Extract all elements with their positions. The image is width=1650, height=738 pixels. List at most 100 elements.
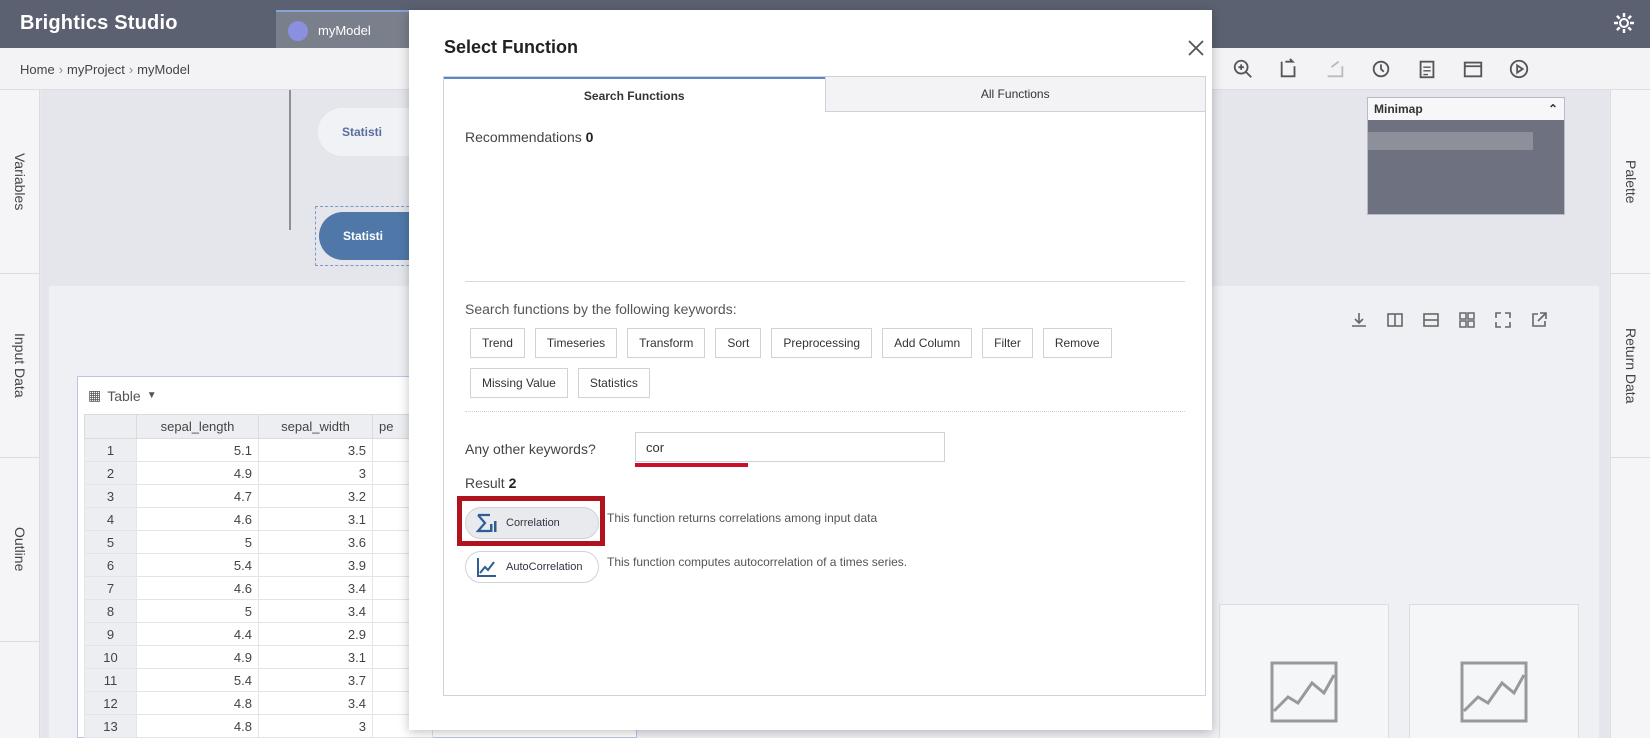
collapse-icon[interactable]: ⌃ bbox=[1548, 102, 1558, 116]
breadcrumb-model[interactable]: myModel bbox=[137, 62, 190, 77]
rail-return-data[interactable]: Return Data bbox=[1611, 274, 1650, 458]
keyword-chip[interactable]: Transform bbox=[627, 328, 706, 358]
column-header[interactable]: sepal_length bbox=[136, 414, 259, 439]
panel-toolbar bbox=[1349, 310, 1549, 330]
expand-icon[interactable] bbox=[1493, 310, 1513, 330]
close-icon[interactable] bbox=[1186, 38, 1206, 58]
keyword-chip[interactable]: Trend bbox=[470, 328, 525, 358]
clipboard-icon[interactable] bbox=[1414, 56, 1440, 82]
keyword-chip[interactable]: Preprocessing bbox=[771, 328, 873, 358]
chart-card[interactable] bbox=[1409, 604, 1579, 738]
table-cell: 3 bbox=[258, 714, 373, 738]
table-row[interactable]: 11 5.4 3.7 bbox=[84, 668, 433, 692]
row-index: 7 bbox=[84, 576, 137, 600]
column-header[interactable]: sepal_width bbox=[258, 414, 373, 439]
dialog-title: Select Function bbox=[444, 37, 579, 57]
rail-outline[interactable]: Outline bbox=[0, 458, 40, 642]
result-count: Result 2 bbox=[465, 475, 516, 491]
select-function-dialog: Select Function Search Functions All Fun… bbox=[409, 10, 1212, 730]
highlight-annotation bbox=[457, 496, 605, 546]
rail-variables[interactable]: Variables bbox=[0, 90, 40, 274]
split-horizontal-icon[interactable] bbox=[1421, 310, 1441, 330]
table-row[interactable]: 8 5 3.4 bbox=[84, 599, 433, 623]
undo-icon[interactable] bbox=[1276, 56, 1302, 82]
keyword-chips-row: Trend Timeseries Transform Sort Preproce… bbox=[470, 328, 1170, 358]
breadcrumb-home[interactable]: Home bbox=[20, 62, 55, 77]
keyword-chip[interactable]: Filter bbox=[982, 328, 1033, 358]
table-cell: 4.9 bbox=[136, 461, 259, 485]
rail-palette[interactable]: Palette bbox=[1611, 90, 1650, 274]
tab-search-functions[interactable]: Search Functions bbox=[444, 77, 825, 112]
table-cell: 5 bbox=[136, 599, 259, 623]
table-cell: 2.9 bbox=[258, 622, 373, 646]
table-cell: 3.6 bbox=[258, 530, 373, 554]
table-cell: 3.1 bbox=[258, 507, 373, 531]
keyword-chips-row: Missing Value Statistics bbox=[470, 368, 1170, 398]
gear-icon[interactable] bbox=[1612, 11, 1636, 35]
table-row[interactable]: 5 5 3.6 bbox=[84, 530, 433, 554]
keywords-title: Search functions by the following keywor… bbox=[465, 301, 737, 317]
keyword-chip[interactable]: Sort bbox=[715, 328, 762, 358]
divider bbox=[465, 411, 1185, 412]
other-keywords-label: Any other keywords? bbox=[465, 441, 596, 457]
table-row[interactable]: 7 4.6 3.4 bbox=[84, 576, 433, 600]
row-index: 4 bbox=[84, 507, 137, 531]
rail-input-data[interactable]: Input Data bbox=[0, 274, 40, 458]
data-table: sepal_length sepal_width pe 1 5.1 3.5 2 4.9 3… bbox=[84, 414, 433, 738]
table-row[interactable]: 9 4.4 2.9 bbox=[84, 622, 433, 646]
zoom-in-icon[interactable] bbox=[1230, 56, 1256, 82]
other-keywords-input[interactable] bbox=[635, 432, 945, 462]
table-cell: 3.2 bbox=[258, 484, 373, 508]
column-header bbox=[84, 414, 137, 439]
table-cell: 4.4 bbox=[136, 622, 259, 646]
calendar-icon[interactable] bbox=[1460, 56, 1486, 82]
split-vertical-icon[interactable] bbox=[1385, 310, 1405, 330]
chart-card[interactable] bbox=[1219, 604, 1389, 738]
keyword-chip[interactable]: Add Column bbox=[882, 328, 973, 358]
function-description: This function returns correlations among… bbox=[607, 511, 878, 525]
table-cell: 4.6 bbox=[136, 507, 259, 531]
keyword-chip[interactable]: Statistics bbox=[577, 368, 650, 398]
table-cell: 4.7 bbox=[136, 484, 259, 508]
popout-icon[interactable] bbox=[1529, 310, 1549, 330]
table-row[interactable]: 2 4.9 3 bbox=[84, 461, 433, 485]
recommendations-label: Recommendations bbox=[465, 129, 582, 145]
tab-mymodel[interactable]: myModel bbox=[276, 10, 416, 48]
table-row[interactable]: 13 4.8 3 bbox=[84, 714, 433, 738]
table-view-selector[interactable]: ▦ Table ▼ bbox=[88, 387, 157, 404]
table-icon: ▦ bbox=[88, 387, 102, 403]
result-item: AutoCorrelation This function computes a… bbox=[465, 551, 907, 583]
table-row[interactable]: 3 4.7 3.2 bbox=[84, 484, 433, 508]
flow-connector bbox=[289, 90, 291, 230]
grid-icon[interactable] bbox=[1457, 310, 1477, 330]
minimap[interactable]: Minimap ⌃ bbox=[1367, 97, 1565, 215]
model-icon bbox=[288, 21, 308, 41]
history-icon[interactable] bbox=[1368, 56, 1394, 82]
table-cell: 4.8 bbox=[136, 714, 259, 738]
tab-all-functions[interactable]: All Functions bbox=[824, 77, 1205, 112]
download-icon[interactable] bbox=[1349, 310, 1369, 330]
row-index: 1 bbox=[84, 438, 137, 462]
rail-label: Outline bbox=[12, 527, 28, 572]
table-row[interactable]: 1 5.1 3.5 bbox=[84, 438, 433, 462]
rail-label: Return Data bbox=[1623, 327, 1639, 404]
row-index: 11 bbox=[84, 668, 137, 692]
row-index: 9 bbox=[84, 622, 137, 646]
minimap-viewport[interactable] bbox=[1368, 132, 1533, 150]
row-index: 3 bbox=[84, 484, 137, 508]
table-cell: 5.4 bbox=[136, 668, 259, 692]
keyword-chip[interactable]: Remove bbox=[1042, 328, 1112, 358]
breadcrumb: Home › myProject › myModel bbox=[20, 62, 190, 77]
table-row[interactable]: 10 4.9 3.1 bbox=[84, 645, 433, 669]
table-row[interactable]: 4 4.6 3.1 bbox=[84, 507, 433, 531]
breadcrumb-separator: › bbox=[58, 62, 64, 77]
run-icon[interactable] bbox=[1506, 56, 1532, 82]
redo-icon[interactable] bbox=[1322, 56, 1348, 82]
table-row[interactable]: 6 5.4 3.9 bbox=[84, 553, 433, 577]
table-cell: 4.8 bbox=[136, 691, 259, 715]
table-row[interactable]: 12 4.8 3.4 bbox=[84, 691, 433, 715]
breadcrumb-project[interactable]: myProject bbox=[67, 62, 125, 77]
function-autocorrelation[interactable]: AutoCorrelation bbox=[465, 551, 599, 583]
keyword-chip[interactable]: Timeseries bbox=[534, 328, 618, 358]
keyword-chip[interactable]: Missing Value bbox=[470, 368, 568, 398]
